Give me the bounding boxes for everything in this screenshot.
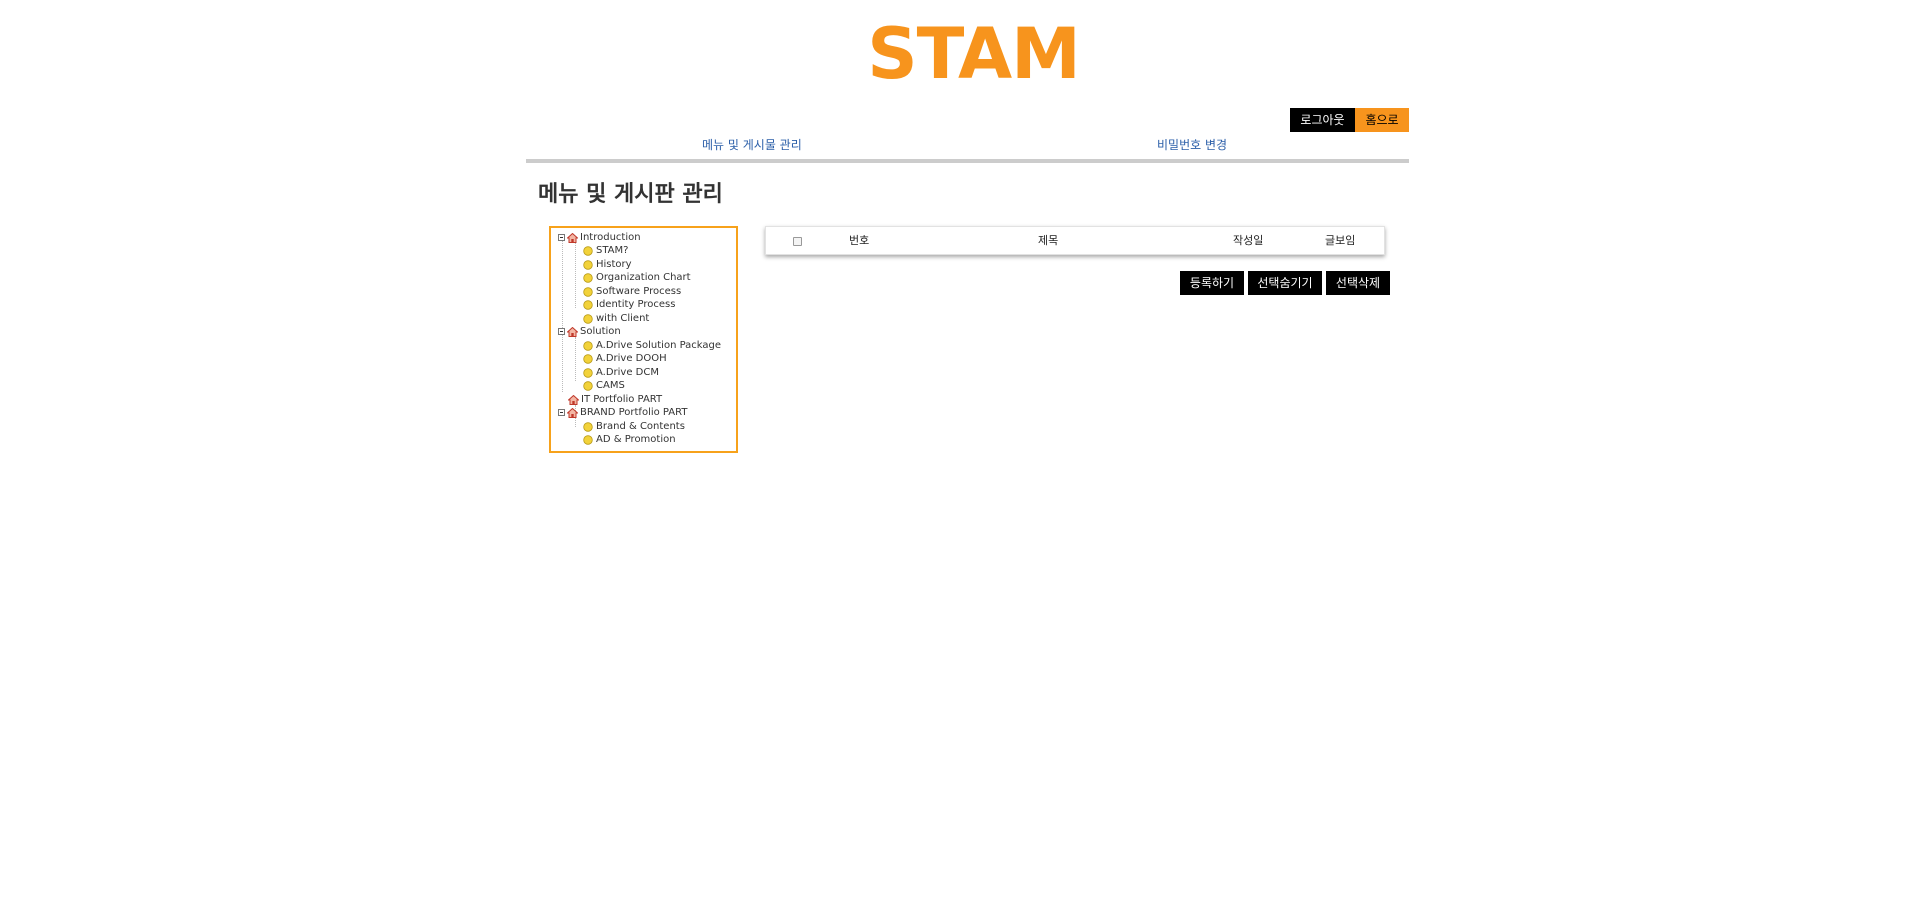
column-header-visibility[interactable]: 글보임 [1325,227,1355,254]
tree-item[interactable]: History [583,258,632,271]
tree-item[interactable]: AD & Promotion [583,433,676,446]
circle-leaf-icon [583,299,593,310]
home-icon [568,394,579,405]
tree-item[interactable]: Software Process [583,285,681,298]
circle-leaf-icon [583,380,593,391]
nav-divider [526,159,1409,163]
tree-group-label: BRAND Portfolio PART [580,407,688,418]
tree-item-label: Software Process [596,286,682,297]
collapse-toggle-icon[interactable] [558,328,565,335]
logo[interactable]: STAM [0,14,1920,94]
tree-guide [562,240,563,392]
tree-guide [575,337,576,381]
tree-item-label: with Client [596,313,650,324]
column-header-number[interactable]: 번호 [849,227,869,254]
circle-leaf-icon [583,353,593,364]
page: STAM 로그아웃 홈으로 메뉴 및 게시물 관리 비밀번호 변경 메뉴 및 게… [0,0,1920,900]
tree-group-label: IT Portfolio PART [581,394,663,405]
circle-leaf-icon [583,286,593,297]
register-button[interactable]: 등록하기 [1180,271,1244,295]
tree-item[interactable]: CAMS [583,379,625,392]
tree-item[interactable]: STAM? [583,244,628,257]
home-button[interactable]: 홈으로 [1355,108,1409,132]
nav-menu-board-management[interactable]: 메뉴 및 게시물 관리 [702,137,802,153]
board-table: 번호 제목 작성일 글보임 [765,226,1385,255]
circle-leaf-icon [583,272,593,283]
circle-leaf-icon [583,245,593,256]
column-header-date[interactable]: 작성일 [1233,227,1263,254]
tree-group-introduction[interactable]: Introduction [558,231,641,244]
tree-group-label: Introduction [580,232,641,243]
tree-guide [575,242,576,308]
circle-leaf-icon [583,434,593,445]
logout-button[interactable]: 로그아웃 [1290,108,1355,132]
tree-group-solution[interactable]: Solution [558,325,621,338]
home-icon [567,232,578,243]
tree-item[interactable]: A.Drive DCM [583,366,659,379]
circle-leaf-icon [583,313,593,324]
tree-item[interactable]: with Client [583,312,649,325]
tree-item-label: Organization Chart [596,272,691,283]
circle-leaf-icon [583,259,593,270]
home-icon [567,326,578,337]
tree-group-label: Solution [580,326,621,337]
tree-item-label: A.Drive Solution Package [596,340,722,351]
circle-leaf-icon [583,421,593,432]
tree-item-label: CAMS [596,380,625,391]
tree-item[interactable]: Identity Process [583,298,675,311]
delete-selected-button[interactable]: 선택삭제 [1326,271,1390,295]
menu-tree: Introduction STAM? History Organization … [549,226,738,453]
tree-item-label: STAM? [596,245,629,256]
circle-leaf-icon [583,340,593,351]
tree-group-brand-portfolio[interactable]: BRAND Portfolio PART [558,406,687,419]
select-all-checkbox[interactable] [793,237,802,246]
collapse-toggle-icon[interactable] [558,409,565,416]
column-header-title[interactable]: 제목 [1038,227,1058,254]
collapse-toggle-icon[interactable] [558,234,565,241]
tree-item[interactable]: A.Drive Solution Package [583,339,721,352]
tree-item-label: A.Drive DCM [596,367,659,378]
tree-item-label: Identity Process [596,299,676,310]
tree-item-label: History [596,259,632,270]
nav-change-password[interactable]: 비밀번호 변경 [1157,137,1227,153]
tree-item[interactable]: Organization Chart [583,271,691,284]
tree-item-label: Brand & Contents [596,421,685,432]
tree-group-it-portfolio[interactable]: IT Portfolio PART [568,393,662,406]
home-icon [567,407,578,418]
tree-item-label: AD & Promotion [596,434,676,445]
page-title: 메뉴 및 게시판 관리 [538,182,723,207]
circle-leaf-icon [583,367,593,378]
tree-item[interactable]: Brand & Contents [583,420,685,433]
hide-selected-button[interactable]: 선택숨기기 [1248,271,1322,295]
tree-item-label: A.Drive DOOH [596,353,667,364]
tree-item[interactable]: A.Drive DOOH [583,352,667,365]
